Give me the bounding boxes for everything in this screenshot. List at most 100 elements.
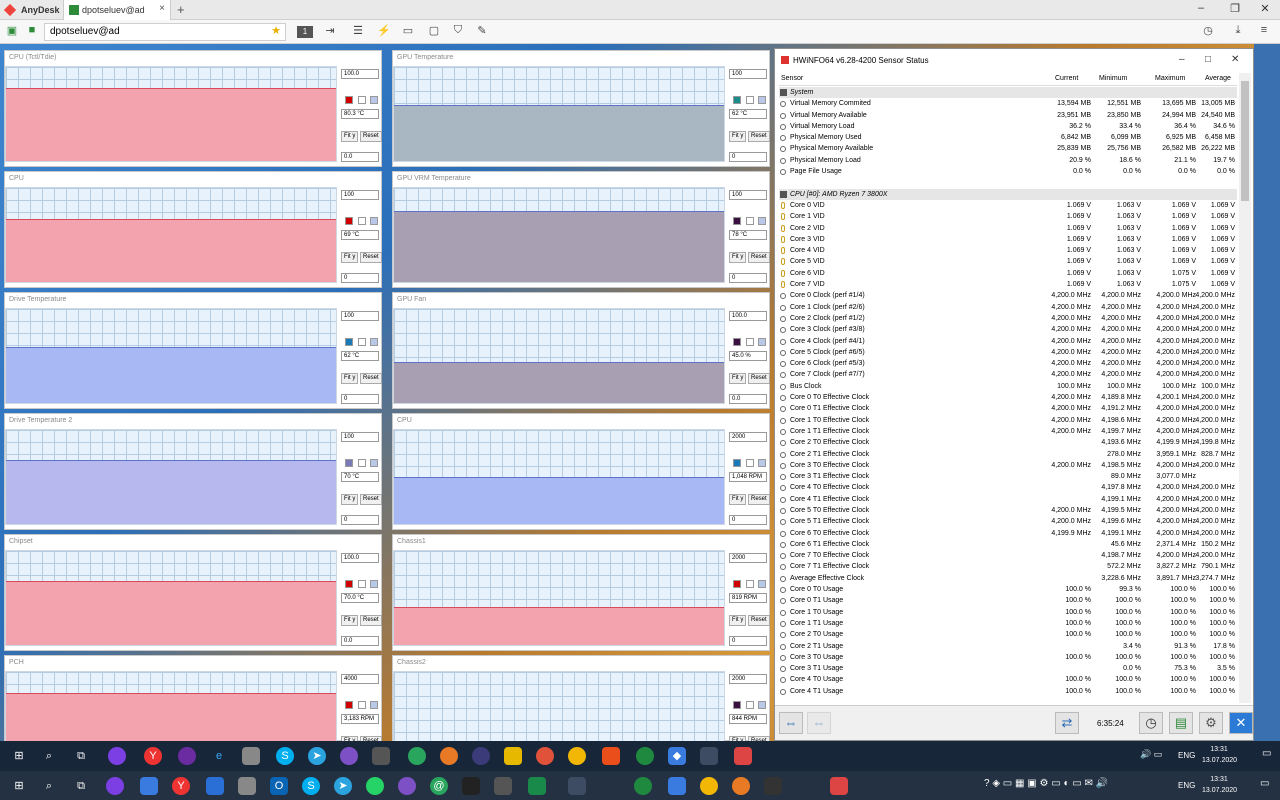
graph-max-field[interactable]: 2000 — [729, 553, 767, 563]
close-tab-icon[interactable]: × — [159, 3, 165, 14]
transfer-icon[interactable]: ⇥ — [322, 24, 338, 37]
graph-color-swatch[interactable] — [733, 580, 741, 588]
graph-max-field[interactable]: 100.0 — [341, 553, 379, 563]
fit-y-button[interactable]: Fit y — [341, 373, 359, 384]
local-anydesk-icon[interactable] — [830, 777, 848, 795]
hwinfo-minimize-button[interactable]: – — [1179, 54, 1185, 65]
favorite-star-icon[interactable]: ★ — [271, 24, 281, 37]
sensor-row[interactable]: Core 2 VID 1.069 V 1.063 V 1.069 V 1.069 V — [779, 223, 1237, 234]
sensor-row[interactable]: Core 1 T0 Usage 100.0 % 100.0 % 100.0 % 100.… — [779, 607, 1237, 618]
graph-color-swatch[interactable] — [733, 96, 741, 104]
sensor-row[interactable]: Core 4 T0 Usage 100.0 % 100.0 % 100.0 % 100.… — [779, 674, 1237, 685]
sensor-row[interactable]: Core 1 Clock (perf #2/6) 4,200.0 MHz 4,200… — [779, 302, 1237, 313]
local-start-icon[interactable]: ⊞ — [10, 777, 28, 795]
graph-swatch-grid[interactable] — [370, 96, 378, 104]
sensor-graph-tile[interactable]: GPU Temperature 100 62 °C Fit y Reset 0 — [392, 50, 770, 167]
graph-swatch-white[interactable] — [358, 96, 366, 104]
fit-y-button[interactable]: Fit y — [729, 373, 747, 384]
reset-button[interactable]: Reset — [360, 373, 382, 384]
app-icon-12[interactable] — [472, 747, 490, 765]
local-app-icon-19[interactable] — [764, 777, 782, 795]
hwinfo-window[interactable]: HWiNFO64 v6.28-4200 Sensor Status – □ ✕ … — [774, 48, 1254, 741]
graph-color-swatch[interactable] — [733, 701, 741, 709]
chat-icon[interactable]: ☰ — [350, 24, 366, 37]
graph-swatch-grid[interactable] — [758, 96, 766, 104]
local-app-icon-14[interactable] — [568, 777, 586, 795]
clock-time[interactable]: 13:31 — [1202, 745, 1236, 755]
display-icon[interactable]: ▭ — [400, 24, 416, 37]
graph-swatch-white[interactable] — [746, 338, 754, 346]
fit-y-button[interactable]: Fit y — [729, 252, 747, 263]
local-viber-icon[interactable] — [398, 777, 416, 795]
app-icon-16[interactable] — [602, 747, 620, 765]
reset-button[interactable]: Reset — [748, 252, 770, 263]
graph-min-field[interactable]: 0.0 — [341, 636, 379, 646]
fit-y-button[interactable]: Fit y — [341, 131, 359, 142]
sensor-row[interactable]: Bus Clock 100.0 MHz 100.0 MHz 100.0 MHz 100.… — [779, 381, 1237, 392]
search-icon[interactable]: ⌕ — [40, 747, 58, 765]
sensor-row[interactable]: Core 7 T0 Effective Clock 4,198.7 MHz 4,20… — [779, 550, 1237, 561]
graph-min-field[interactable]: 0 — [341, 273, 379, 283]
fit-y-button[interactable]: Fit y — [729, 494, 747, 505]
app-icon-3[interactable] — [178, 747, 196, 765]
expand-arrows-icon[interactable]: ⇔ — [779, 712, 803, 734]
outlook-icon[interactable]: O — [270, 777, 288, 795]
graph-swatch-white[interactable] — [358, 338, 366, 346]
reset-button[interactable]: Reset — [748, 494, 770, 505]
reset-button[interactable]: Reset — [748, 131, 770, 142]
anydesk-taskbar-icon[interactable] — [734, 747, 752, 765]
sensor-row[interactable]: Core 3 VID 1.069 V 1.063 V 1.069 V 1.069 V — [779, 234, 1237, 245]
reset-button[interactable]: Reset — [748, 373, 770, 384]
reset-button[interactable]: Reset — [748, 615, 770, 626]
graph-swatch-grid[interactable] — [370, 701, 378, 709]
fit-y-button[interactable]: Fit y — [341, 615, 359, 626]
sensor-graph-tile[interactable]: PCH40003,183 RPMFit yReset0 — [4, 655, 382, 767]
address-field[interactable]: dpotseluev@ad ★ — [44, 23, 286, 41]
sensor-row[interactable]: Core 0 T0 Effective Clock 4,200.0 MHz 4,18… — [779, 392, 1237, 403]
app-icon-17[interactable] — [636, 747, 654, 765]
local-app-icon-1[interactable] — [106, 777, 124, 795]
sensor-graph-tile[interactable]: GPU Fan 100.0 45.0 % Fit y Reset 0.0 — [392, 292, 770, 409]
sensor-row[interactable]: Core 1 T1 Usage 100.0 % 100.0 % 100.0 % 100.… — [779, 618, 1237, 629]
collapse-arrows-icon[interactable]: ⇔ — [807, 712, 831, 734]
local-clock-time[interactable]: 13:31 — [1202, 775, 1236, 785]
hwinfo-titlebar[interactable]: HWiNFO64 v6.28-4200 Sensor Status – □ ✕ — [775, 49, 1253, 71]
sensor-row[interactable]: Core 6 T1 Effective Clock 45.6 MHz 2,371.4… — [779, 539, 1237, 550]
hwinfo-maximize-button[interactable]: □ — [1205, 54, 1211, 65]
new-tab-button[interactable]: + — [177, 2, 185, 17]
graph-max-field[interactable]: 100 — [341, 190, 379, 200]
log-file-icon[interactable]: ▤ — [1169, 712, 1193, 734]
settings-icon[interactable]: ⚙ — [1199, 712, 1223, 734]
sensor-row[interactable]: Core 3 T1 Effective Clock 89.0 MHz 3,077.0… — [779, 471, 1237, 482]
reset-button[interactable]: Reset — [360, 252, 382, 263]
draw-icon[interactable]: ✎ — [474, 24, 490, 37]
sensor-row[interactable]: Core 2 T1 Effective Clock 278.0 MHz 3,959.… — [779, 449, 1237, 460]
graph-swatch-grid[interactable] — [758, 701, 766, 709]
graph-max-field[interactable]: 100.0 — [341, 69, 379, 79]
column-average[interactable]: Average — [1205, 75, 1231, 82]
sensor-graph-tile[interactable]: Chipset 100.0 70.0 °C Fit y Reset 0.0 — [4, 534, 382, 651]
local-app-icon-2[interactable] — [140, 777, 158, 795]
graph-swatch-grid[interactable] — [758, 580, 766, 588]
graph-swatch-grid[interactable] — [370, 217, 378, 225]
local-search-icon[interactable]: ⌕ — [40, 777, 58, 795]
local-tray-icons[interactable]: ? ◈ ▭ ▦ ▣ ⚙ ▭ ◐ ▭ ✉ 🔊 — [984, 779, 1108, 789]
graph-swatch-grid[interactable] — [370, 338, 378, 346]
app-icon-5[interactable] — [242, 747, 260, 765]
local-language-indicator[interactable]: ENG — [1178, 781, 1195, 791]
viber-icon[interactable] — [340, 747, 358, 765]
local-notification-icon[interactable]: ▭ — [1260, 779, 1269, 789]
sensor-graph-tile[interactable]: CPU 2000 1,048 RPM Fit y Reset 0 — [392, 413, 770, 530]
fit-y-button[interactable]: Fit y — [341, 252, 359, 263]
sensor-row[interactable]: Virtual Memory Available 23,951 MB 23,850 … — [779, 110, 1237, 121]
app-icon-1[interactable] — [108, 747, 126, 765]
sensor-graph-tile[interactable]: Chassis1 2000 819 RPM Fit y Reset 0 — [392, 534, 770, 651]
sensor-row[interactable]: Core 3 T0 Effective Clock 4,200.0 MHz 4,19… — [779, 460, 1237, 471]
menu-icon[interactable]: ≡ — [1256, 24, 1272, 36]
sensor-row[interactable]: Core 3 T0 Usage 100.0 % 100.0 % 100.0 % 100.… — [779, 652, 1237, 663]
sensor-graph-tile[interactable]: Drive Temperature 2 100 70 °C Fit y Reset 0 — [4, 413, 382, 530]
sensor-row[interactable]: Core 2 T0 Effective Clock 4,193.6 MHz 4,19… — [779, 437, 1237, 448]
sensor-row[interactable]: Core 5 T0 Effective Clock 4,200.0 MHz 4,19… — [779, 505, 1237, 516]
graph-color-swatch[interactable] — [345, 338, 353, 346]
app-icon-10[interactable] — [408, 747, 426, 765]
